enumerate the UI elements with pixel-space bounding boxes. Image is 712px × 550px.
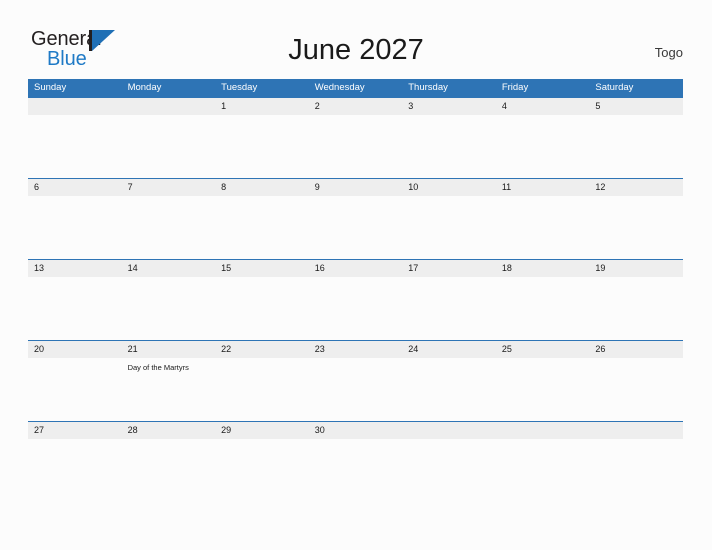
day-number[interactable] xyxy=(589,422,683,439)
day-number[interactable]: 8 xyxy=(215,179,309,196)
day-cell[interactable] xyxy=(28,358,122,421)
day-number[interactable]: 3 xyxy=(402,98,496,115)
week-event-area: Day of the Martyrs xyxy=(28,358,683,421)
day-number[interactable]: 7 xyxy=(122,179,216,196)
day-number[interactable]: 17 xyxy=(402,260,496,277)
day-number[interactable]: 13 xyxy=(28,260,122,277)
week-event-area xyxy=(28,439,683,502)
week-date-band: 1 2 3 4 5 xyxy=(28,97,683,115)
day-cell[interactable] xyxy=(28,439,122,502)
weekday-header-tuesday: Tuesday xyxy=(221,82,258,93)
day-cell[interactable] xyxy=(309,439,403,502)
day-cell[interactable]: Day of the Martyrs xyxy=(122,358,216,421)
week-event-area xyxy=(28,115,683,178)
page-header: General Blue June 2027 Togo xyxy=(0,0,712,79)
day-cell[interactable] xyxy=(589,115,683,178)
week-event-area xyxy=(28,277,683,340)
weekday-header-sunday: Sunday xyxy=(34,82,67,93)
day-cell[interactable] xyxy=(215,196,309,259)
week-date-band: 6 7 8 9 10 11 12 xyxy=(28,178,683,196)
weekday-header-friday: Friday xyxy=(501,82,529,93)
day-cell[interactable] xyxy=(309,277,403,340)
calendar-week-row: 6 7 8 9 10 11 12 xyxy=(28,178,683,259)
day-number[interactable]: 21 xyxy=(122,341,216,358)
day-cell[interactable] xyxy=(496,196,590,259)
day-cell[interactable] xyxy=(402,358,496,421)
day-number[interactable]: 12 xyxy=(589,179,683,196)
calendar-week-row: 1 2 3 4 5 xyxy=(28,97,683,178)
day-cell[interactable] xyxy=(589,196,683,259)
day-number[interactable]: 18 xyxy=(496,260,590,277)
page-title: June 2027 xyxy=(288,34,424,66)
week-event-area xyxy=(28,196,683,259)
day-number[interactable]: 6 xyxy=(28,179,122,196)
country-label: Togo xyxy=(654,45,683,60)
day-number[interactable]: 14 xyxy=(122,260,216,277)
day-number[interactable]: 25 xyxy=(496,341,590,358)
day-cell[interactable] xyxy=(402,196,496,259)
day-number[interactable]: 10 xyxy=(402,179,496,196)
day-cell[interactable] xyxy=(309,115,403,178)
day-cell[interactable] xyxy=(28,196,122,259)
weekday-header-row: Sunday Monday Tuesday Wednesday Thursday… xyxy=(28,79,683,97)
day-number[interactable]: 22 xyxy=(215,341,309,358)
day-number[interactable]: 5 xyxy=(589,98,683,115)
day-number[interactable]: 1 xyxy=(215,98,309,115)
day-cell[interactable] xyxy=(589,358,683,421)
day-cell[interactable] xyxy=(122,196,216,259)
day-cell[interactable] xyxy=(496,358,590,421)
day-number[interactable]: 30 xyxy=(309,422,403,439)
day-event: Day of the Martyrs xyxy=(127,363,189,372)
day-number[interactable]: 2 xyxy=(309,98,403,115)
calendar-week-row: 27 28 29 30 xyxy=(28,421,683,502)
day-cell[interactable] xyxy=(589,439,683,502)
day-number[interactable] xyxy=(496,422,590,439)
week-date-band: 27 28 29 30 xyxy=(28,421,683,439)
day-cell[interactable] xyxy=(402,439,496,502)
day-number[interactable]: 24 xyxy=(402,341,496,358)
weekday-header-wednesday: Wednesday xyxy=(314,82,365,93)
day-number[interactable]: 9 xyxy=(309,179,403,196)
day-number[interactable]: 11 xyxy=(496,179,590,196)
day-cell[interactable] xyxy=(215,439,309,502)
day-number[interactable]: 29 xyxy=(215,422,309,439)
day-number[interactable] xyxy=(402,422,496,439)
day-number[interactable]: 26 xyxy=(589,341,683,358)
calendar-page: General Blue June 2027 Togo Sunday Monda… xyxy=(0,0,712,550)
day-cell[interactable] xyxy=(122,439,216,502)
day-number[interactable]: 4 xyxy=(496,98,590,115)
day-cell[interactable] xyxy=(402,277,496,340)
day-cell[interactable] xyxy=(122,277,216,340)
day-number[interactable]: 28 xyxy=(122,422,216,439)
day-number[interactable]: 16 xyxy=(309,260,403,277)
day-cell[interactable] xyxy=(402,115,496,178)
day-cell[interactable] xyxy=(496,277,590,340)
day-number[interactable]: 27 xyxy=(28,422,122,439)
day-cell[interactable] xyxy=(309,358,403,421)
week-date-band: 13 14 15 16 17 18 19 xyxy=(28,259,683,277)
day-cell[interactable] xyxy=(122,115,216,178)
day-number[interactable] xyxy=(28,98,122,115)
day-cell[interactable] xyxy=(589,277,683,340)
day-number[interactable]: 15 xyxy=(215,260,309,277)
day-number[interactable]: 20 xyxy=(28,341,122,358)
day-cell[interactable] xyxy=(215,358,309,421)
day-number[interactable]: 23 xyxy=(309,341,403,358)
calendar-week-row: 13 14 15 16 17 18 19 xyxy=(28,259,683,340)
week-date-band: 20 21 22 23 24 25 26 xyxy=(28,340,683,358)
day-cell[interactable] xyxy=(215,115,309,178)
day-cell[interactable] xyxy=(28,277,122,340)
day-cell[interactable] xyxy=(309,196,403,259)
day-number[interactable] xyxy=(122,98,216,115)
weekday-header-thursday: Thursday xyxy=(408,82,448,93)
day-cell[interactable] xyxy=(496,115,590,178)
day-cell[interactable] xyxy=(496,439,590,502)
weekday-header-saturday: Saturday xyxy=(595,82,634,93)
calendar-grid: Sunday Monday Tuesday Wednesday Thursday… xyxy=(28,79,683,502)
weekday-header-monday: Monday xyxy=(127,82,162,93)
calendar-week-row: 20 21 22 23 24 25 26 Day of the Martyrs xyxy=(28,340,683,421)
day-number[interactable]: 19 xyxy=(589,260,683,277)
day-cell[interactable] xyxy=(215,277,309,340)
day-cell[interactable] xyxy=(28,115,122,178)
